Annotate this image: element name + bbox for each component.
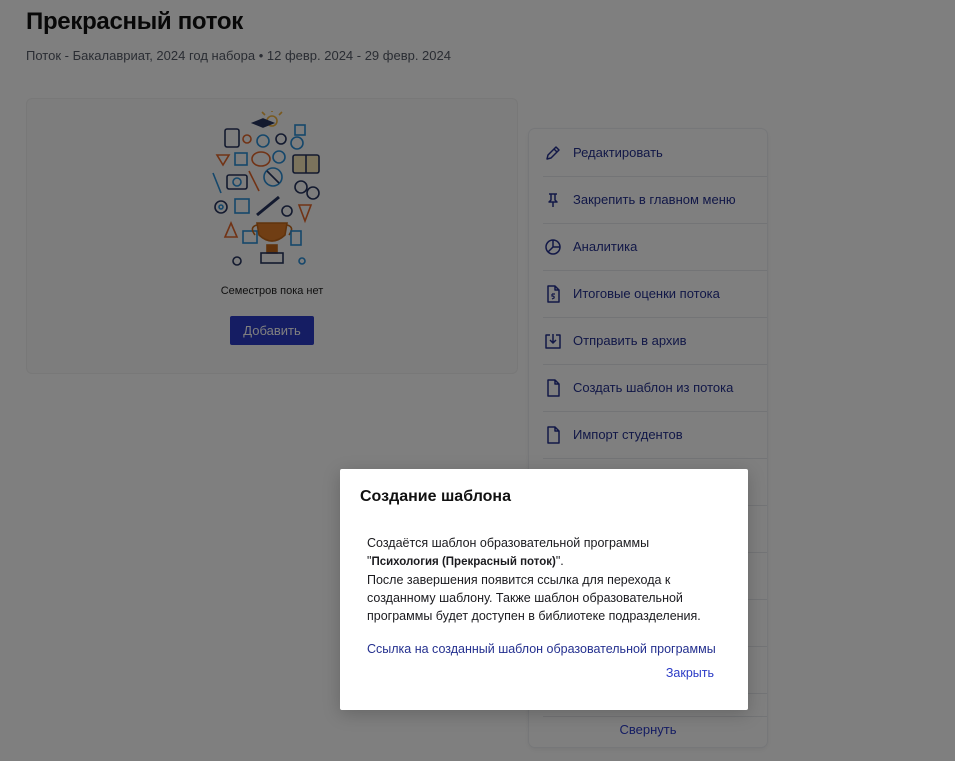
program-name: Психология (Прекрасный поток) <box>371 556 556 568</box>
create-template-dialog: Создание шаблона Создаётся шаблон образо… <box>340 469 748 710</box>
dialog-program-line: "Психология (Прекрасный поток)". <box>367 552 737 571</box>
dialog-text-line: Создаётся шаблон образовательной програм… <box>367 536 650 550</box>
dialog-text-description: После завершения появится ссылка для пер… <box>367 573 701 623</box>
dialog-title: Создание шаблона <box>360 488 511 505</box>
close-button[interactable]: Закрыть <box>666 666 714 680</box>
dialog-body: Создаётся шаблон образовательной програм… <box>367 534 737 625</box>
quote-close: ". <box>555 554 564 568</box>
template-link[interactable]: Ссылка на созданный шаблон образовательн… <box>367 642 716 656</box>
